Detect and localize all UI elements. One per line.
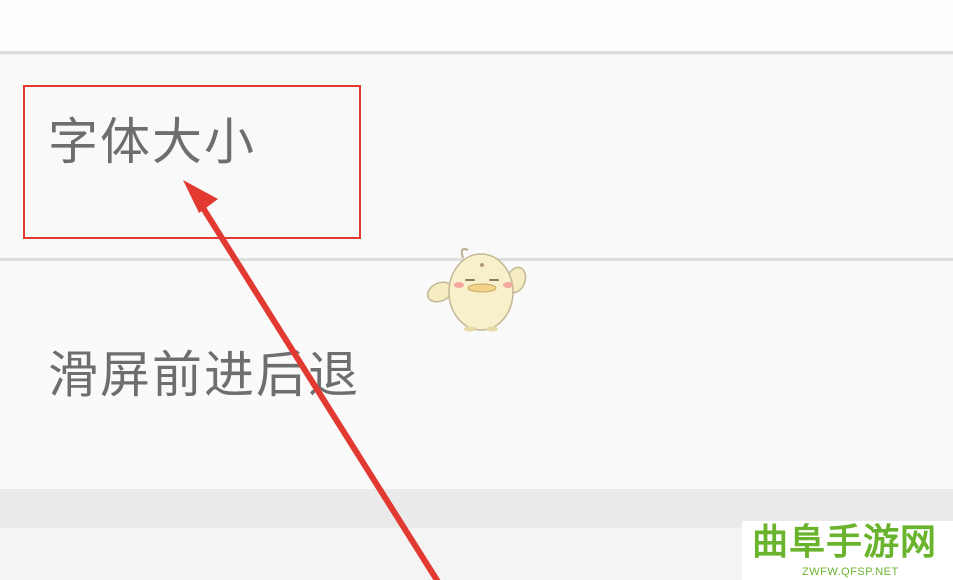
settings-item-swipe-navigation[interactable]: 滑屏前进后退 <box>0 261 953 489</box>
previous-settings-row <box>0 0 953 51</box>
divider <box>0 51 953 54</box>
watermark-title: 曲阜手游网 <box>752 521 938 563</box>
settings-screen: 字体大小 滑屏前进后退 曲阜手游网 ZWFW.QFSP.NET <box>0 0 953 580</box>
settings-item-label: 滑屏前进后退 <box>48 346 360 404</box>
highlight-box <box>23 85 361 239</box>
watermark: 曲阜手游网 ZWFW.QFSP.NET <box>742 521 953 580</box>
watermark-url: ZWFW.QFSP.NET <box>802 566 899 578</box>
